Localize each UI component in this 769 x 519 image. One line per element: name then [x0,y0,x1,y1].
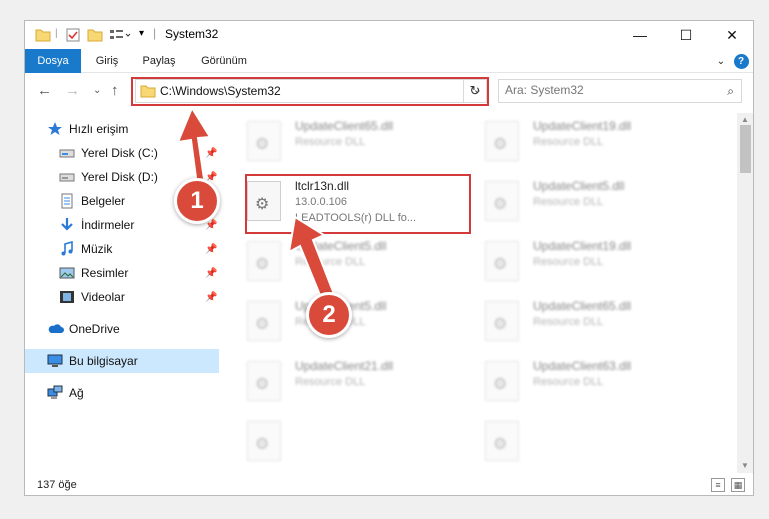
step-badge-2: 2 [306,292,352,338]
annotation-overlay [176,105,336,302]
annotation-arrow-2 [287,215,336,302]
step-badge-1: 1 [174,178,220,224]
